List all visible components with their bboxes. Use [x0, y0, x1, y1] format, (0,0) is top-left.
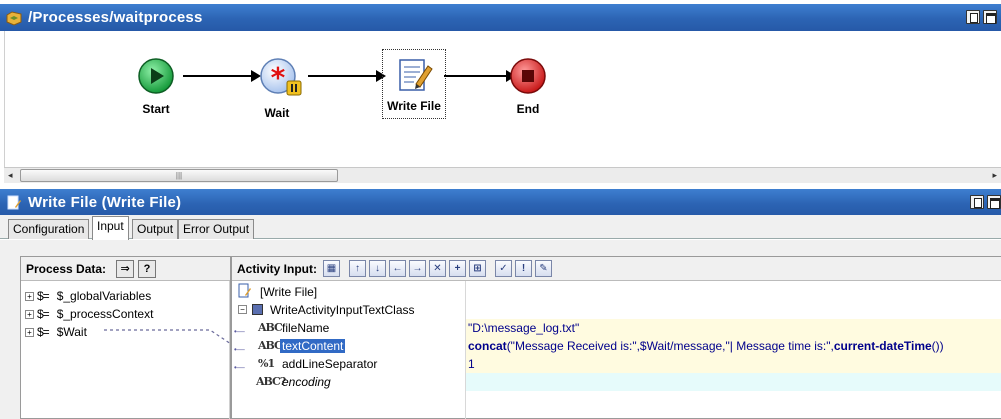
- xpath-args: ("Message Received is:",$Wait/message,"|…: [506, 339, 834, 353]
- variable-icon: $=: [37, 325, 50, 339]
- tree-root[interactable]: [Write File]: [232, 283, 1001, 301]
- activity-window-titlebar: Write File (Write File): [0, 189, 1001, 216]
- activity-input-panel: Activity Input: ▦ ↑ ↓ ← → ✕ + ⊞ ✓ ! ✎ [W…: [231, 256, 1001, 419]
- field-name: fileName: [282, 321, 330, 335]
- scrollbar-thumb[interactable]: |||: [20, 169, 338, 182]
- help-icon[interactable]: ?: [138, 259, 157, 278]
- move-up-icon[interactable]: ↑: [349, 260, 366, 277]
- class-node[interactable]: − WriteActivityInputTextClass: [232, 301, 1001, 319]
- scroll-right-icon[interactable]: ▸: [992, 170, 997, 181]
- svg-text:*: *: [271, 61, 286, 94]
- optional-string-type-icon: ABC?: [256, 375, 286, 388]
- node-start-label: Start: [142, 102, 170, 116]
- field-row-encoding[interactable]: ABC? encoding: [232, 373, 1001, 391]
- process-data-label: Process Data:: [26, 261, 107, 276]
- activity-input-label: Activity Input:: [237, 261, 317, 276]
- scroll-left-icon[interactable]: ◂: [8, 170, 13, 181]
- field-name-selected: textContent: [280, 339, 346, 353]
- variable-icon: $=: [37, 289, 50, 303]
- tree-item-label: $Wait: [56, 325, 87, 339]
- process-window-titlebar: /Processes/waitprocess: [0, 4, 1001, 31]
- restore-icon[interactable]: [966, 10, 980, 24]
- expand-icon[interactable]: +: [25, 327, 34, 337]
- expand-icon[interactable]: +: [25, 291, 34, 301]
- activity-input-header: Activity Input: ▦ ↑ ↓ ← → ✕ + ⊞ ✓ ! ✎: [232, 257, 1001, 281]
- tree-item-label: $_processContext: [56, 307, 154, 321]
- activity-window-title: Write File (Write File): [28, 194, 182, 211]
- collapse-icon[interactable]: −: [238, 305, 247, 314]
- process-data-header: Process Data: ⇒ ?: [21, 257, 230, 281]
- node-write-file[interactable]: Write File: [382, 49, 446, 119]
- maximize-icon[interactable]: [987, 195, 1001, 209]
- node-end-label: End: [516, 102, 540, 116]
- move-left-icon[interactable]: ←: [389, 260, 406, 277]
- variable-icon: $=: [37, 307, 50, 321]
- edit-pencil-icon[interactable]: ✎: [535, 260, 552, 277]
- string-type-icon: ABC: [258, 321, 283, 334]
- add-icon[interactable]: +: [449, 260, 466, 277]
- validate-icon[interactable]: ✓: [495, 260, 512, 277]
- xpath-function: concat: [468, 339, 507, 353]
- restore-icon[interactable]: [970, 195, 984, 209]
- field-value[interactable]: 1: [466, 355, 1001, 373]
- grid-view-icon[interactable]: ▦: [323, 260, 340, 277]
- tree-item[interactable]: + $= $_globalVariables: [25, 289, 151, 303]
- field-value[interactable]: [466, 373, 1001, 391]
- node-wait-label: Wait: [264, 106, 290, 120]
- class-label: WriteActivityInputTextClass: [270, 303, 415, 317]
- write-file-icon: [399, 59, 433, 91]
- move-down-icon[interactable]: ↓: [369, 260, 386, 277]
- input-mapping-panel: Process Data: ⇒ ? + $= $_globalVariables…: [0, 240, 1001, 419]
- process-folder-icon: [6, 10, 22, 26]
- transition-arrow[interactable]: [183, 70, 261, 82]
- node-end[interactable]: End: [496, 57, 560, 116]
- warning-icon[interactable]: !: [515, 260, 532, 277]
- xpath-args-end: ()): [931, 339, 944, 353]
- horizontal-scrollbar[interactable]: ◂ ||| ▸: [4, 167, 1001, 183]
- expand-icon[interactable]: +: [25, 309, 34, 319]
- field-name-optional: encoding: [282, 375, 331, 389]
- maximize-icon[interactable]: [983, 10, 997, 24]
- string-type-icon: ABC: [258, 339, 283, 352]
- delete-icon[interactable]: ✕: [429, 260, 446, 277]
- xpath-function: current-dateTime: [833, 339, 932, 353]
- field-name: addLineSeparator: [282, 357, 378, 371]
- node-start[interactable]: Start: [124, 57, 188, 116]
- add-child-icon[interactable]: ⊞: [469, 260, 486, 277]
- process-canvas[interactable]: Start * Wait Write File End: [4, 31, 1001, 167]
- tree-item-label: $_globalVariables: [56, 289, 152, 303]
- tree-root-label: [Write File]: [260, 285, 318, 299]
- number-type-icon: %1: [258, 357, 275, 370]
- tree-item[interactable]: + $= $Wait: [25, 325, 87, 339]
- input-tree: [Write File] − WriteActivityInputTextCla…: [232, 281, 1001, 419]
- write-file-small-icon: [6, 195, 22, 211]
- tab-output[interactable]: Output: [132, 219, 179, 239]
- mapped-indicator: •—: [234, 363, 245, 372]
- wait-asterisk-pause-icon: *: [260, 58, 302, 96]
- tab-configuration[interactable]: Configuration: [8, 219, 90, 239]
- tab-input[interactable]: Input: [92, 216, 129, 240]
- move-right-icon[interactable]: →: [409, 260, 426, 277]
- activity-tabs: Configuration Input Output Error Output: [0, 215, 1001, 240]
- start-play-icon: [138, 58, 174, 94]
- transition-arrow[interactable]: [308, 70, 386, 82]
- map-icon[interactable]: ⇒: [116, 259, 135, 278]
- end-stop-icon: [510, 58, 546, 94]
- field-row-textcontent[interactable]: •— ABC textContent concat("Message Recei…: [232, 337, 1001, 355]
- field-row-addlineseparator[interactable]: •— %1 addLineSeparator 1: [232, 355, 1001, 373]
- write-file-small-icon: [238, 283, 251, 298]
- mapped-indicator: •—: [234, 327, 245, 336]
- mapped-indicator: •—: [234, 345, 245, 354]
- process-window-title: /Processes/waitprocess: [28, 9, 203, 26]
- tree-item[interactable]: + $= $_processContext: [25, 307, 153, 321]
- tab-error-output[interactable]: Error Output: [178, 219, 255, 239]
- field-value[interactable]: concat("Message Received is:",$Wait/mess…: [466, 337, 1001, 355]
- field-value[interactable]: "D:\message_log.txt": [466, 319, 1001, 337]
- field-row-filename[interactable]: •— ABC fileName "D:\message_log.txt": [232, 319, 1001, 337]
- class-icon: [252, 304, 263, 315]
- node-wait[interactable]: * Wait: [249, 57, 313, 120]
- node-write-file-label: Write File: [387, 99, 441, 113]
